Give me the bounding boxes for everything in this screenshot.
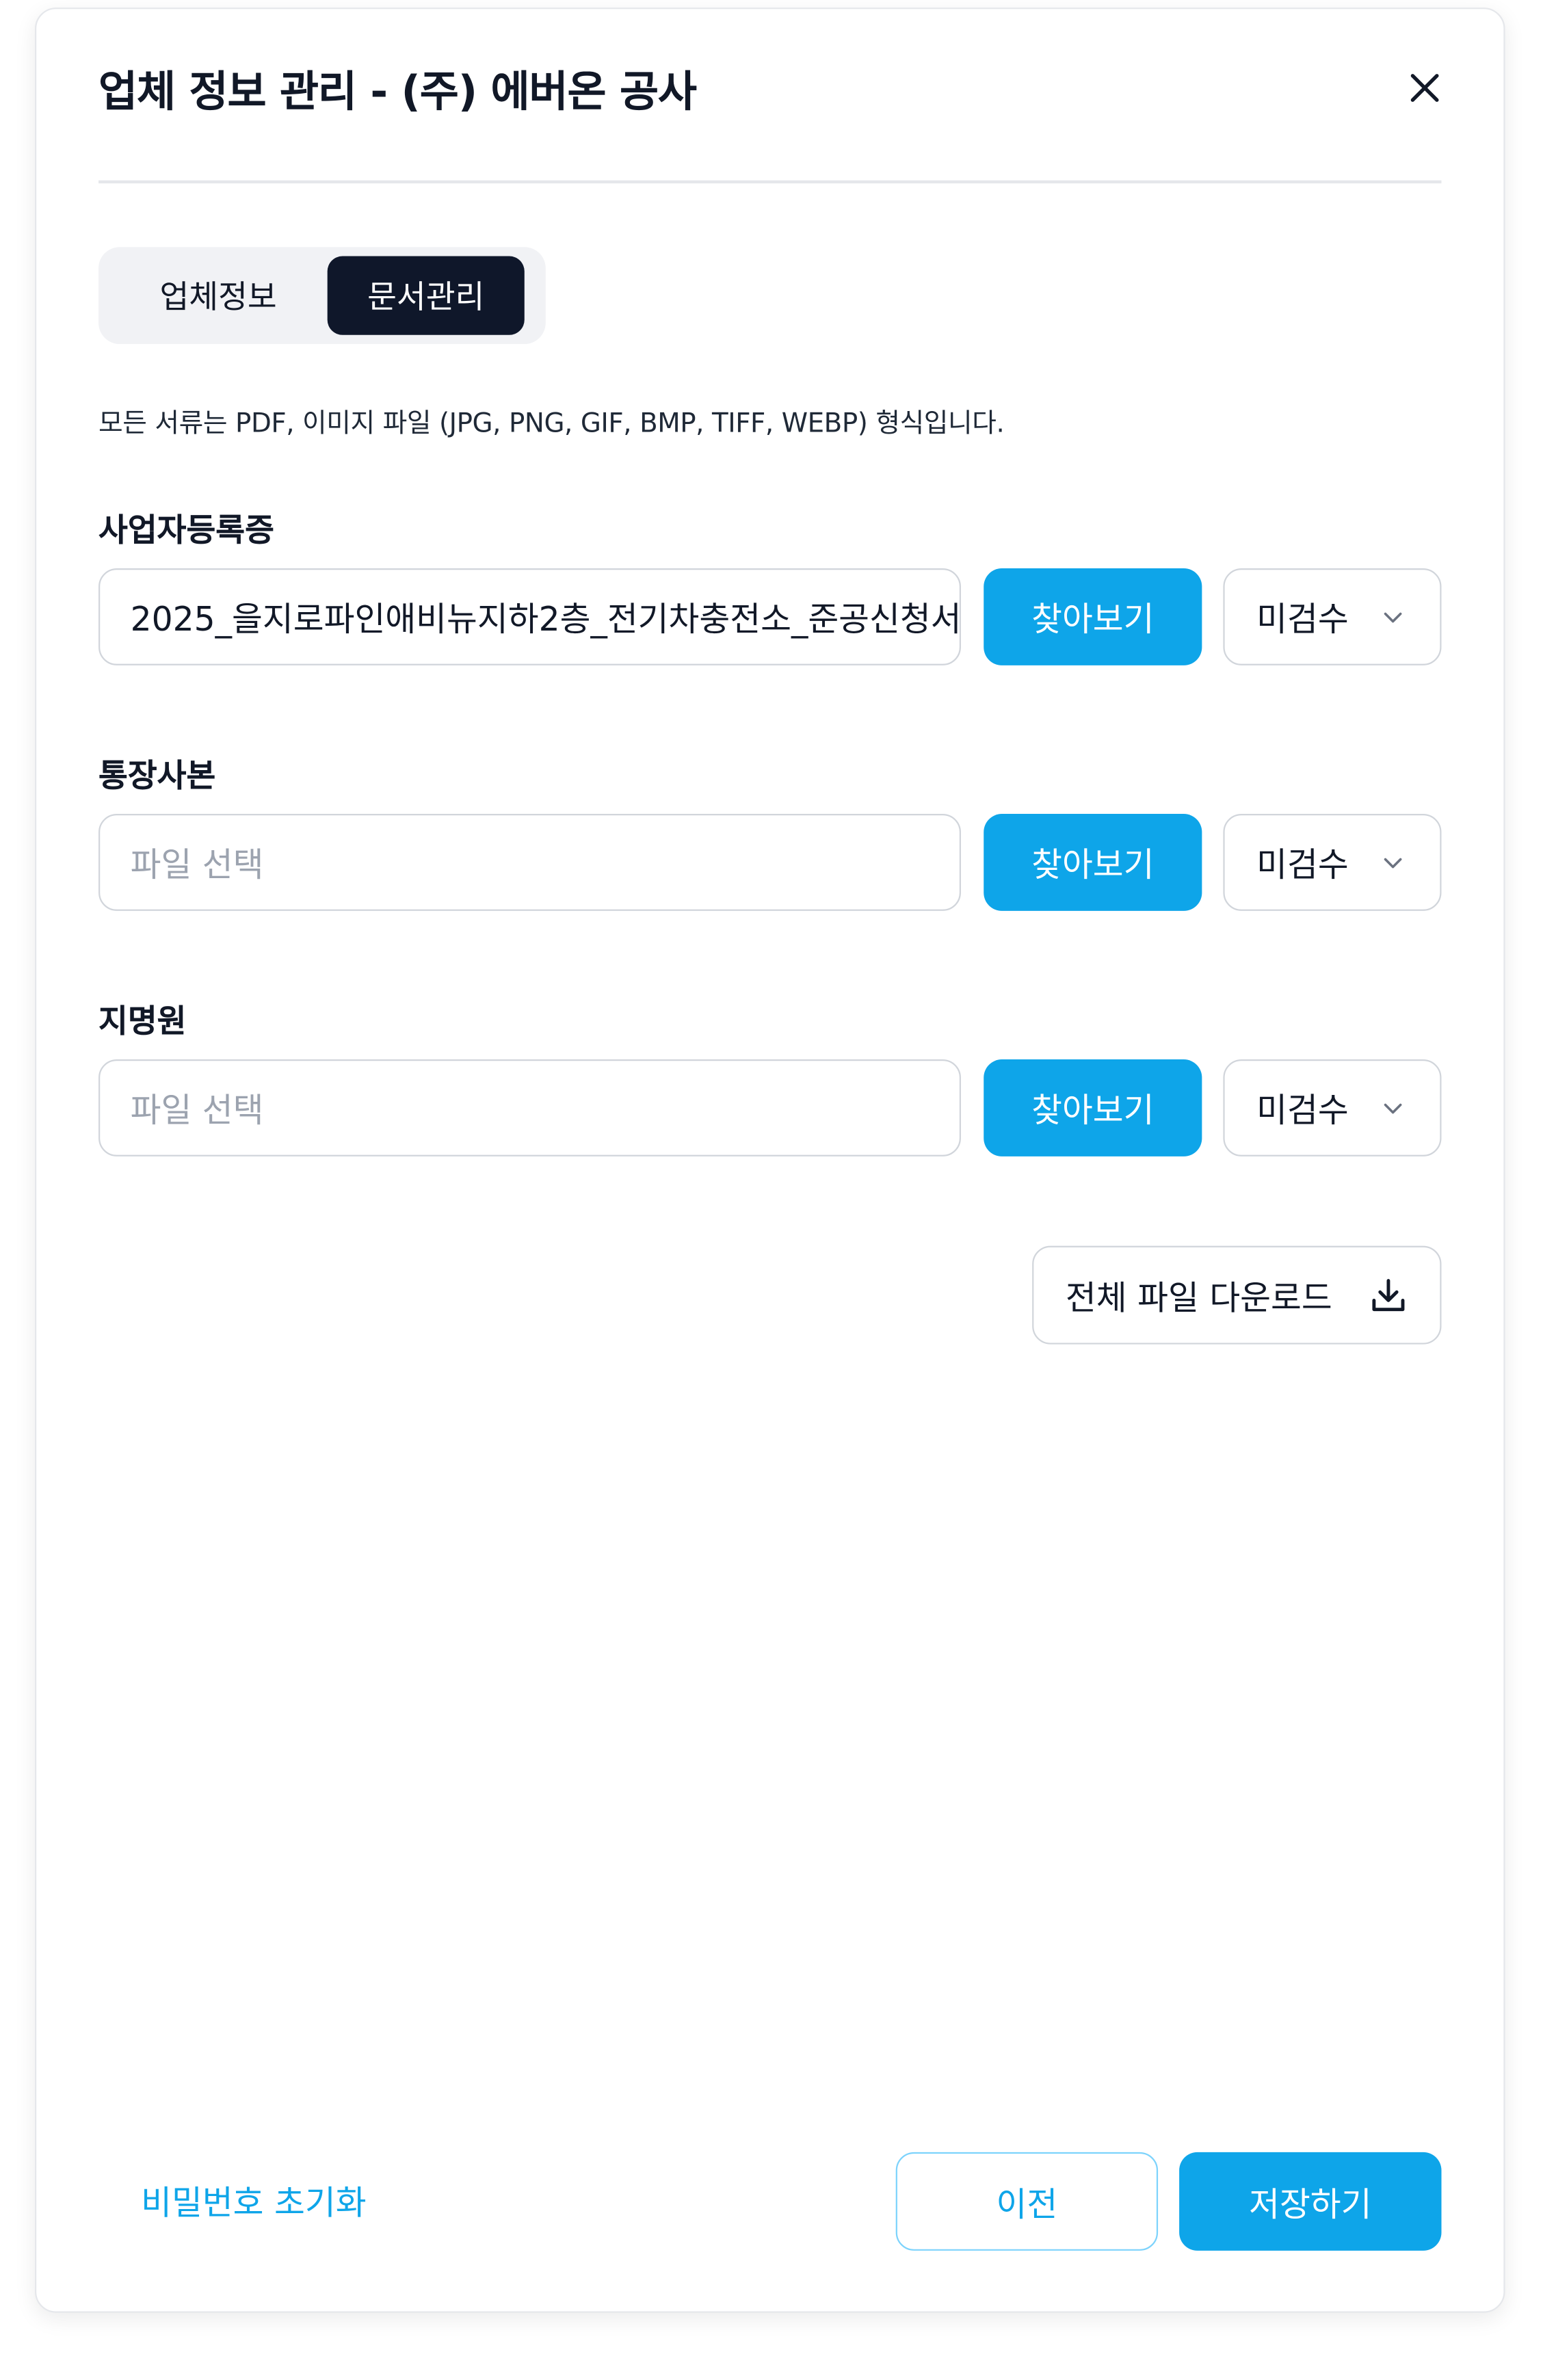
business-registration-file-input[interactable]: 2025_을지로파인애비뉴지하2층_전기차충전소_준공신청서.pdf (98, 568, 962, 665)
business-registration-status-select[interactable]: 미검수 (1223, 568, 1442, 665)
bankbook-copy-file-input[interactable]: 파일 선택 (98, 814, 962, 911)
close-button[interactable] (1397, 61, 1452, 116)
file-name-value: 2025_을지로파인애비뉴지하2층_전기차충전소_준공신청서.pdf (130, 601, 962, 640)
bankbook-copy-browse-button[interactable]: 찾아보기 (984, 814, 1202, 911)
tab-company-info[interactable]: 업체정보 (111, 256, 326, 335)
download-icon (1372, 1279, 1405, 1312)
tab-group: 업체정보 문서관리 (98, 247, 546, 345)
chevron-down-icon (1384, 1103, 1402, 1114)
file-format-notice: 모든 서류는 PDF, 이미지 파일 (JPG, PNG, GIF, BMP, … (98, 409, 1005, 440)
nomination-status-select[interactable]: 미검수 (1223, 1059, 1442, 1156)
download-all-button[interactable]: 전체 파일 다운로드 (1032, 1245, 1442, 1345)
file-placeholder: 파일 선택 (130, 1092, 264, 1131)
nomination-label: 지명원 (98, 1003, 187, 1040)
bankbook-copy-status-select[interactable]: 미검수 (1223, 814, 1442, 911)
file-placeholder: 파일 선택 (130, 847, 264, 886)
status-value: 미검수 (1256, 601, 1349, 640)
business-registration-label: 사업자등록증 (98, 512, 274, 549)
status-value: 미검수 (1256, 847, 1349, 886)
tab-document-management[interactable]: 문서관리 (327, 256, 525, 335)
company-info-modal (34, 8, 1505, 2313)
modal-title: 업체 정보 관리 - (주) 에버온 공사 (98, 66, 697, 117)
download-all-label: 전체 파일 다운로드 (1065, 1280, 1332, 1318)
save-button[interactable]: 저장하기 (1179, 2152, 1442, 2251)
business-registration-browse-button[interactable]: 찾아보기 (984, 568, 1202, 665)
nomination-browse-button[interactable]: 찾아보기 (984, 1059, 1202, 1156)
close-icon (1410, 74, 1439, 102)
chevron-down-icon (1384, 858, 1402, 869)
previous-button[interactable]: 이전 (895, 2152, 1159, 2251)
chevron-down-icon (1384, 612, 1402, 623)
reset-password-link[interactable]: 비밀번호 초기화 (141, 2176, 367, 2225)
nomination-file-input[interactable]: 파일 선택 (98, 1059, 962, 1156)
bankbook-copy-label: 통장사본 (98, 758, 216, 795)
status-value: 미검수 (1256, 1092, 1349, 1131)
title-divider (98, 180, 1442, 184)
